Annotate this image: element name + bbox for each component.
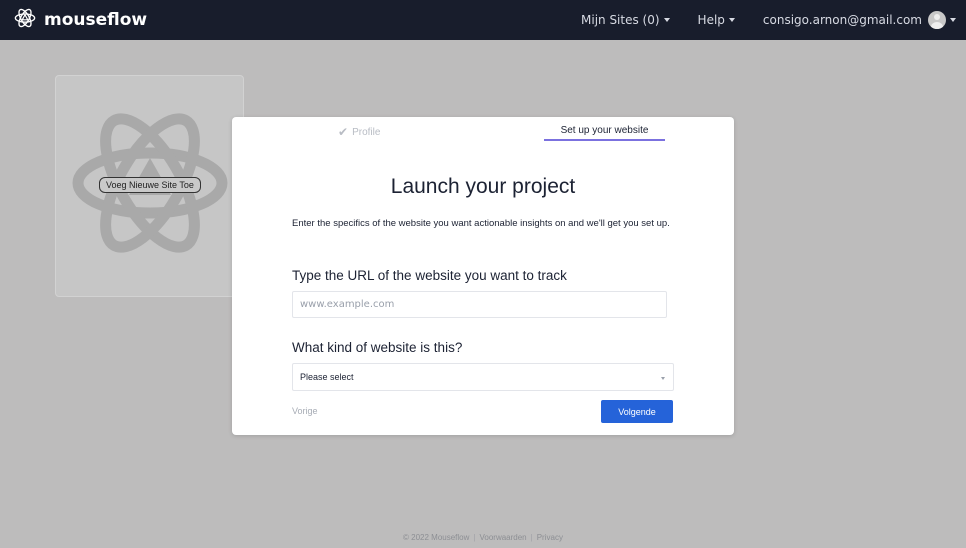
url-label: Type the URL of the website you want to … xyxy=(292,268,567,283)
description: Enter the specifics of the website you w… xyxy=(292,218,670,229)
chevron-down-icon xyxy=(728,18,735,22)
footer-divider: | xyxy=(530,533,533,542)
website-kind-label: What kind of website is this? xyxy=(292,340,463,355)
website-kind-value: Please select xyxy=(300,372,354,382)
step-profile-label: Profile xyxy=(352,126,381,138)
brand-name: mouseflow xyxy=(44,10,148,30)
setup-wizard-modal: ✔ Profile Set up your website Launch you… xyxy=(232,117,734,435)
url-input[interactable] xyxy=(292,291,667,318)
avatar xyxy=(928,11,946,29)
chevron-down-icon xyxy=(950,18,956,22)
brand-logo[interactable]: mouseflow xyxy=(14,8,147,32)
top-nav: Mijn Sites (0) Help consigo.arnon@gmail.… xyxy=(553,0,956,40)
active-step-indicator xyxy=(544,139,665,141)
add-new-site-button[interactable]: Voeg Nieuwe Site Toe xyxy=(99,177,201,193)
atom-logo-icon xyxy=(14,7,36,34)
website-kind-select[interactable]: Please select xyxy=(292,363,674,391)
help-label: Help xyxy=(697,13,725,27)
page-title: Launch your project xyxy=(390,175,576,198)
chevron-down-icon xyxy=(663,18,670,22)
privacy-link[interactable]: Privacy xyxy=(537,533,563,542)
footer-divider: | xyxy=(473,533,476,542)
step-profile[interactable]: ✔ Profile xyxy=(338,125,380,139)
previous-button[interactable]: Vorige xyxy=(292,406,318,416)
chevron-down-icon xyxy=(661,377,665,380)
check-icon: ✔ xyxy=(338,125,349,139)
top-navbar: mouseflow Mijn Sites (0) Help consigo.ar… xyxy=(0,0,966,40)
next-button[interactable]: Volgende xyxy=(601,400,673,423)
my-sites-label: Mijn Sites (0) xyxy=(581,13,660,27)
terms-link[interactable]: Voorwaarden xyxy=(479,533,526,542)
account-email: consigo.arnon@gmail.com xyxy=(762,13,922,27)
my-sites-menu[interactable]: Mijn Sites (0) xyxy=(581,13,670,27)
step-website[interactable]: Set up your website xyxy=(544,125,665,136)
footer: © 2022 Mouseflow | Voorwaarden | Privacy xyxy=(0,533,966,542)
help-menu[interactable]: Help xyxy=(698,13,735,27)
add-site-card: Voeg Nieuwe Site Toe xyxy=(55,75,244,297)
copyright: © 2022 Mouseflow xyxy=(403,533,470,542)
account-menu[interactable]: consigo.arnon@gmail.com xyxy=(763,11,956,29)
